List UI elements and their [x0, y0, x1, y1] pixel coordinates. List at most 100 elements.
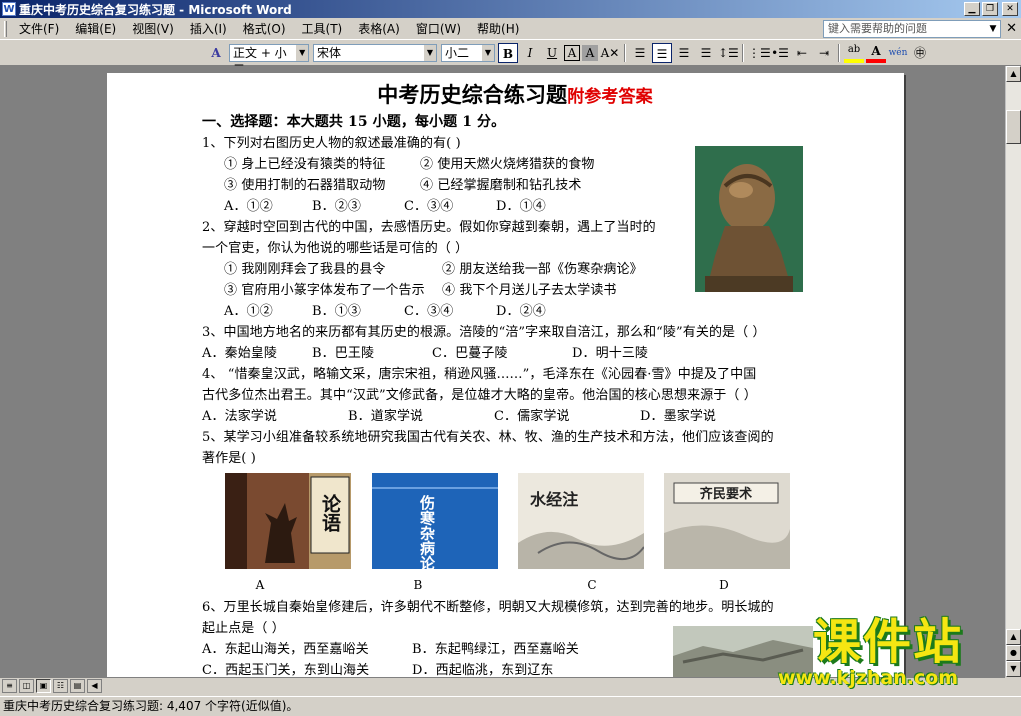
document-close-icon[interactable]: ✕	[1006, 21, 1017, 36]
question-1-option-3: ③ 使用打制的石器猎取动物	[224, 178, 386, 193]
web-layout-view-icon[interactable]: ◫	[19, 679, 34, 693]
chevron-down-icon[interactable]: ▼	[482, 45, 494, 61]
character-shading-button[interactable]: A	[582, 45, 598, 61]
menu-format[interactable]: 格式(O)	[235, 20, 294, 38]
choice-c: C．西起玉门关，东到山海关	[202, 663, 370, 677]
formatting-toolbar: A 正文 + 小二 ▼ 宋体 ▼ 小二 ▼ B I U A A A✕ ☰ ☰ ☰…	[0, 41, 1021, 76]
menu-table[interactable]: 表格(A)	[350, 20, 408, 38]
phonetic-guide-button[interactable]: wén	[888, 43, 908, 63]
choice-d: D．①④	[496, 199, 546, 214]
help-search-input[interactable]: 键入需要帮助的问题 ▼	[823, 20, 1001, 38]
outline-view-icon[interactable]: ☷	[53, 679, 68, 693]
watermark-url: www.kjzhan.com	[778, 667, 959, 689]
book-b-title: 伤寒杂病论	[418, 494, 436, 569]
normal-view-icon[interactable]: ≡	[2, 679, 17, 693]
book-c-title: 水经注	[530, 490, 578, 509]
distributed-align-icon[interactable]: ☰	[696, 43, 716, 63]
close-button[interactable]: ✕	[1002, 2, 1018, 16]
book-label-a: A	[255, 578, 265, 592]
justify-align-icon[interactable]: ☰	[630, 43, 650, 63]
restore-button[interactable]: ❐	[982, 2, 998, 16]
previous-page-icon[interactable]: ▲	[1006, 629, 1021, 645]
book-cover-qiminyaoshu-image: 齐民要术	[664, 473, 790, 569]
scrollbar-thumb[interactable]	[1006, 110, 1021, 144]
scroll-up-icon[interactable]: ▲	[1006, 66, 1021, 82]
center-align-icon[interactable]: ☰	[652, 43, 672, 63]
decrease-indent-icon[interactable]: ⇤	[792, 43, 812, 63]
choice-a: A．①②	[224, 304, 273, 319]
chevron-down-icon[interactable]: ▼	[296, 45, 308, 61]
menu-insert[interactable]: 插入(I)	[182, 20, 235, 38]
character-border-button[interactable]: A	[564, 45, 580, 61]
right-align-icon[interactable]: ☰	[674, 43, 694, 63]
menu-view[interactable]: 视图(V)	[124, 20, 182, 38]
section-heading: 一、选择题：本大题共 15 小题，每小题 1 分。	[202, 114, 506, 130]
question-1-option-4: ④ 已经掌握磨制和钻孔技术	[420, 178, 582, 193]
underline-button[interactable]: U	[542, 43, 562, 63]
question-2-option-1: ① 我刚刚拜会了我县的县令	[224, 262, 386, 277]
choice-d: D．②④	[496, 304, 546, 319]
question-4-stem-line-2: 古代多位杰出君王。其中“汉武”文修武备，是位雄才大略的皇帝。他治国的核心思想来源…	[202, 388, 757, 403]
question-1-option-2: ② 使用天燃火烧烤猎获的食物	[420, 157, 595, 172]
book-label-c: C	[587, 578, 597, 592]
choice-b: B．巴王陵	[312, 346, 375, 361]
line-spacing-icon[interactable]: ↕☰	[718, 43, 739, 63]
font-color-button[interactable]: A	[866, 43, 886, 63]
choice-d: D．墨家学说	[640, 409, 717, 424]
status-bar: 重庆中考历史综合复习练习题: 4,407 个字符(近似值)。	[0, 696, 1021, 716]
font-size-select[interactable]: 小二 ▼	[441, 44, 495, 62]
menu-grip-icon[interactable]	[4, 20, 7, 37]
styles-pane-icon[interactable]: A	[206, 43, 226, 63]
scroll-left-icon[interactable]: ◀	[87, 679, 102, 693]
choice-c: C．儒家学说	[494, 409, 570, 424]
choice-b: B．①③	[312, 304, 361, 319]
enclose-characters-icon[interactable]: ㊥	[910, 43, 930, 63]
minimize-button[interactable]: ▁	[964, 2, 980, 16]
book-cover-c[interactable]: 水经注	[518, 473, 644, 569]
document-title: 中考历史综合练习题附参考答案	[216, 79, 814, 111]
question-4-stem-line-1: 4、 “惜秦皇汉武，略输文采，唐宗宋祖，稍逊风骚……”，毛泽东在《沁园春·雪》中…	[202, 367, 757, 382]
menu-edit[interactable]: 编辑(E)	[67, 20, 124, 38]
menu-help[interactable]: 帮助(H)	[469, 20, 527, 38]
question-2-choices: A．①② B．①③ C．③④ D．②④	[202, 301, 814, 322]
vertical-scrollbar[interactable]: ▲ ▲ ● ▼	[1005, 66, 1021, 677]
question-5-book-images: 论语 伤寒杂病论 水经注 齐民要术 A B C D	[202, 469, 814, 597]
reading-view-icon[interactable]: ▤	[70, 679, 85, 693]
chevron-down-icon[interactable]: ▼	[424, 45, 436, 61]
help-search-placeholder: 键入需要帮助的问题	[828, 22, 927, 35]
watermark-text: 课件站	[812, 614, 963, 670]
font-select[interactable]: 宋体 ▼	[313, 44, 437, 62]
book-cover-d[interactable]: 齐民要术	[664, 473, 790, 569]
numbering-icon[interactable]: ⋮☰	[748, 43, 771, 63]
book-cover-a[interactable]: 论语	[225, 473, 351, 569]
menu-tools[interactable]: 工具(T)	[294, 20, 351, 38]
kjzhan-watermark-logo: 课件站 www.kjzhan.com	[768, 616, 1008, 692]
document-page[interactable]: 中考历史综合练习题附参考答案 一、选择题：本大题共 15 小题，每小题 1 分。…	[107, 73, 904, 677]
print-layout-view-icon[interactable]: ▣	[36, 679, 51, 693]
chevron-down-icon[interactable]: ▼	[986, 21, 1000, 37]
choice-a: A．①②	[224, 199, 273, 214]
question-1-option-1: ① 身上已经没有猿类的特征	[224, 157, 386, 172]
choice-c: C．巴蔓子陵	[432, 346, 508, 361]
font-size-value: 小二	[445, 46, 470, 60]
font-value: 宋体	[317, 46, 342, 60]
italic-button[interactable]: I	[520, 43, 540, 63]
character-scaling-icon[interactable]: A✕	[600, 43, 620, 63]
choice-c: C．③④	[404, 199, 454, 214]
document-workspace[interactable]: 中考历史综合练习题附参考答案 一、选择题：本大题共 15 小题，每小题 1 分。…	[0, 66, 1005, 677]
menu-file[interactable]: 文件(F)	[11, 20, 67, 38]
next-page-icon[interactable]: ▼	[1006, 661, 1021, 677]
bullets-icon[interactable]: •☰	[770, 43, 790, 63]
book-cover-b[interactable]: 伤寒杂病论	[372, 473, 498, 569]
book-cover-shanghan-image: 伤寒杂病论	[372, 473, 498, 569]
book-cover-shuijingzhu-image: 水经注	[518, 473, 644, 569]
bold-button[interactable]: B	[498, 43, 518, 63]
increase-indent-icon[interactable]: ⇥	[814, 43, 834, 63]
style-select[interactable]: 正文 + 小二 ▼	[229, 44, 309, 76]
menu-bar: 文件(F) 编辑(E) 视图(V) 插入(I) 格式(O) 工具(T) 表格(A…	[0, 18, 1021, 40]
highlight-button[interactable]: ab	[844, 43, 864, 63]
peking-man-bust-image[interactable]	[695, 146, 803, 292]
browse-object-icon[interactable]: ●	[1006, 645, 1021, 661]
menu-window[interactable]: 窗口(W)	[408, 20, 469, 38]
word-app-icon[interactable]: W	[2, 2, 16, 16]
